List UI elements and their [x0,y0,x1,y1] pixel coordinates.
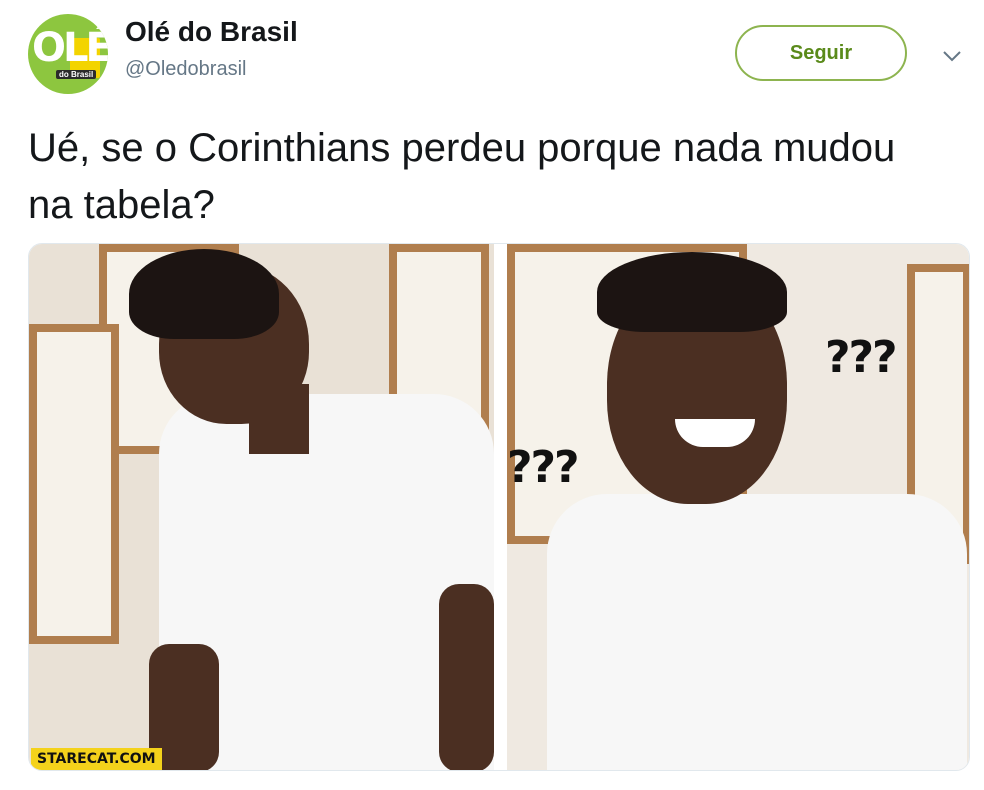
watermark: STARECAT.COM [31,748,162,770]
hair-shape [597,252,787,332]
question-marks-label: ??? [507,442,580,493]
neck-shape [249,384,309,454]
follow-button[interactable]: Seguir [735,25,907,81]
media-panel-right: ??? ??? [507,244,969,770]
tweet-card: OLÉ do Brasil Olé do Brasil @Oledobrasil… [0,0,984,790]
tweet-text: Ué, se o Corinthians perdeu porque nada … [28,126,896,227]
avatar-logo-text: OLÉ [32,25,108,71]
avatar[interactable]: OLÉ do Brasil [28,14,108,94]
avatar-logo-sub: do Brasil [56,70,97,79]
chevron-down-icon[interactable] [940,44,964,68]
shirt-shape [547,494,967,770]
arm-shape [439,584,494,770]
user-handle[interactable]: @Oledobrasil [125,58,246,81]
media-panel-left: STARECAT.COM [29,244,494,770]
wall-frame [29,324,119,644]
hair-shape [129,249,279,339]
tweet-media[interactable]: STARECAT.COM ??? ??? [28,243,970,771]
display-name[interactable]: Olé do Brasil [125,16,298,48]
question-marks-label: ??? [825,332,898,383]
